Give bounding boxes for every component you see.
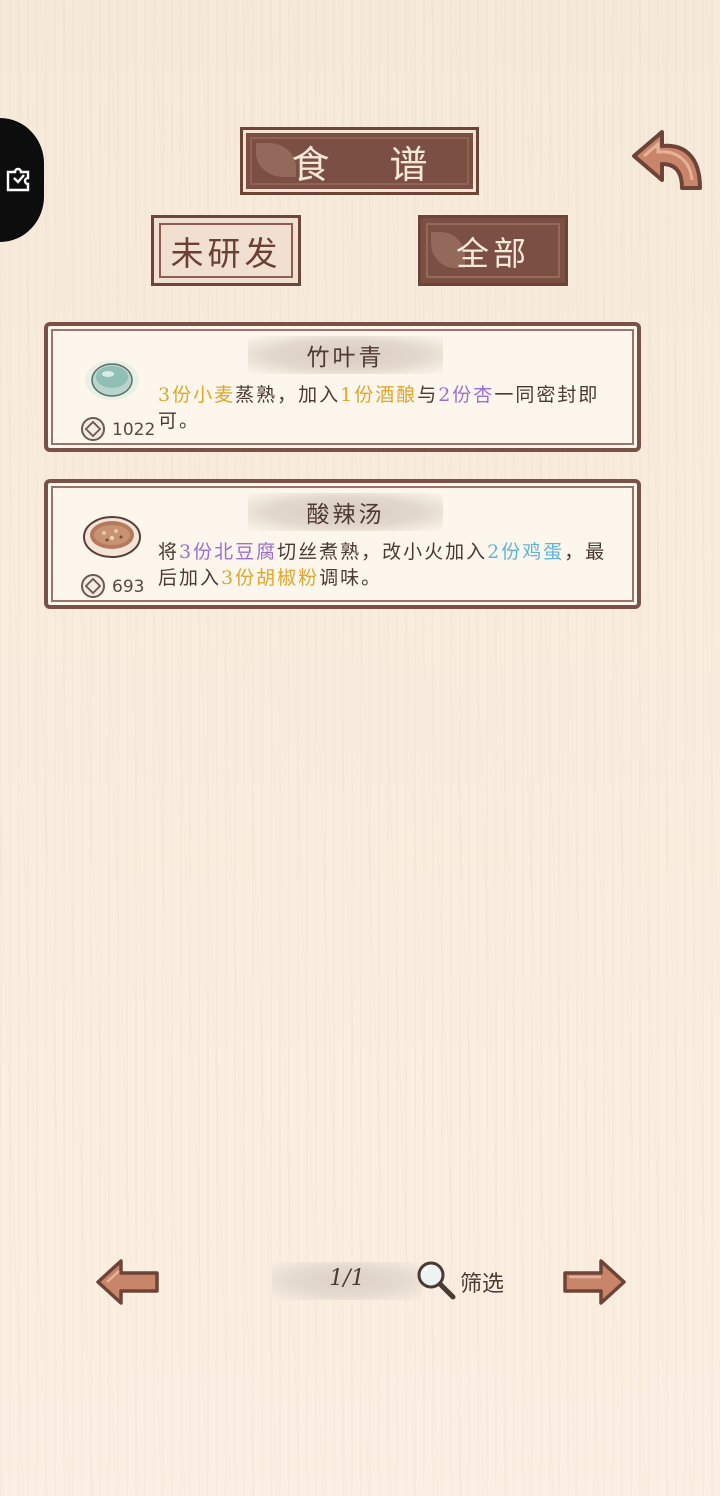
desc-segment: 1份酒酿 bbox=[340, 384, 418, 406]
tab-undeveloped[interactable]: 未研发 bbox=[149, 213, 303, 288]
desc-segment: 3份小麦 bbox=[158, 384, 236, 406]
back-arrow-icon[interactable] bbox=[630, 128, 704, 196]
recipe-card[interactable]: 酸辣汤 693 将3份北豆腐切丝煮熟，改小火加入2份鸡蛋，最后加入3份胡椒粉调味… bbox=[44, 479, 641, 609]
next-page-arrow-icon[interactable] bbox=[561, 1258, 627, 1306]
desc-segment: 与 bbox=[417, 384, 439, 406]
desc-segment: 2份杏 bbox=[438, 384, 495, 406]
soup-bowl-icon bbox=[83, 516, 141, 558]
tab-all[interactable]: 全部 bbox=[416, 213, 570, 288]
desc-segment: 3份胡椒粉 bbox=[221, 567, 320, 589]
prev-page-arrow-icon[interactable] bbox=[95, 1258, 161, 1306]
recipe-price: 693 bbox=[112, 577, 145, 597]
recipe-description: 将3份北豆腐切丝煮熟，改小火加入2份鸡蛋，最后加入3份胡椒粉调味。 bbox=[158, 539, 618, 591]
side-menu-tab[interactable] bbox=[0, 118, 44, 242]
tab-undeveloped-label: 未研发 bbox=[170, 233, 282, 273]
recipe-title-plate: 食 谱 bbox=[240, 127, 479, 195]
magnifier-icon[interactable] bbox=[414, 1258, 458, 1302]
coin-icon bbox=[81, 574, 105, 598]
recipe-description: 3份小麦蒸熟，加入1份酒酿与2份杏一同密封即可。 bbox=[158, 382, 618, 434]
desc-segment: 将 bbox=[158, 541, 180, 563]
recipe-card[interactable]: 竹叶青 1022 3份小麦蒸熟，加入1份酒酿与2份杏一同密封即可。 bbox=[44, 322, 641, 452]
tab-all-label: 全部 bbox=[456, 233, 530, 273]
page-indicator: 1/1 bbox=[329, 1266, 365, 1291]
desc-segment: 蒸熟，加入 bbox=[235, 384, 341, 406]
filter-button[interactable]: 筛选 bbox=[460, 1266, 504, 1298]
coin-icon bbox=[81, 417, 105, 441]
desc-segment: 3份北豆腐 bbox=[179, 541, 278, 563]
puzzle-icon bbox=[6, 167, 30, 192]
desc-segment: 2份鸡蛋 bbox=[487, 541, 565, 563]
recipe-price: 1022 bbox=[112, 420, 156, 440]
page-title: 食 谱 bbox=[291, 142, 452, 187]
recipe-name: 酸辣汤 bbox=[306, 502, 385, 528]
desc-segment: 调味。 bbox=[319, 567, 383, 589]
recipe-name: 竹叶青 bbox=[306, 345, 385, 371]
jade-cup-icon bbox=[85, 360, 139, 400]
desc-segment: 切丝煮熟，改小火加入 bbox=[277, 541, 488, 563]
